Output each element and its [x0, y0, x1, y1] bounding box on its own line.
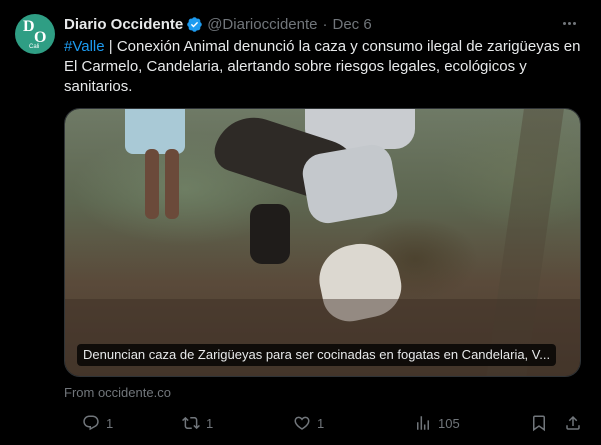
like-button[interactable]: 1 — [293, 413, 324, 433]
tweet-header: Diario Occidente @Diarioccidente · Dec 6 — [64, 14, 372, 34]
like-count: 1 — [317, 415, 325, 431]
reply-icon — [83, 415, 99, 431]
avatar-small-text: Cali — [29, 44, 40, 50]
avatar-letter-d: D — [23, 18, 35, 35]
tweet-text: #Valle | Conexión Animal denunció la caz… — [64, 37, 584, 97]
bookmark-icon — [533, 415, 545, 432]
views-button[interactable]: 105 — [414, 413, 460, 433]
tweet-date[interactable]: Dec 6 — [332, 16, 371, 33]
handle[interactable]: @Diarioccidente — [207, 16, 317, 33]
separator-dot: · — [322, 15, 328, 33]
verified-badge-icon[interactable] — [186, 16, 203, 33]
bookmark-button[interactable] — [530, 413, 548, 433]
action-bar: 1 1 1 105 — [64, 413, 584, 435]
display-name[interactable]: Diario Occidente — [64, 16, 183, 33]
views-icon — [417, 416, 429, 430]
share-button[interactable] — [564, 413, 582, 433]
share-icon — [566, 415, 580, 430]
card-caption[interactable]: Denuncian caza de Zarigüeyas para ser co… — [77, 344, 557, 366]
tweet[interactable]: D O Cali Diario Occidente @Diarioccident… — [0, 0, 601, 445]
tweet-body: | Conexión Animal denunció la caza y con… — [64, 38, 581, 95]
reply-button[interactable]: 1 — [82, 413, 113, 433]
card-image — [65, 109, 580, 376]
views-count: 105 — [438, 415, 460, 431]
reply-count: 1 — [106, 415, 114, 431]
hashtag-link[interactable]: #Valle — [64, 38, 105, 55]
avatar[interactable]: D O Cali — [15, 14, 55, 54]
more-icon[interactable] — [557, 13, 581, 33]
repost-count: 1 — [206, 415, 214, 431]
repost-icon — [182, 416, 200, 430]
source-link[interactable]: From occidente.co — [64, 385, 171, 400]
link-card[interactable]: Denuncian caza de Zarigüeyas para ser co… — [64, 108, 581, 377]
repost-button[interactable]: 1 — [182, 413, 213, 433]
like-icon — [294, 416, 310, 430]
